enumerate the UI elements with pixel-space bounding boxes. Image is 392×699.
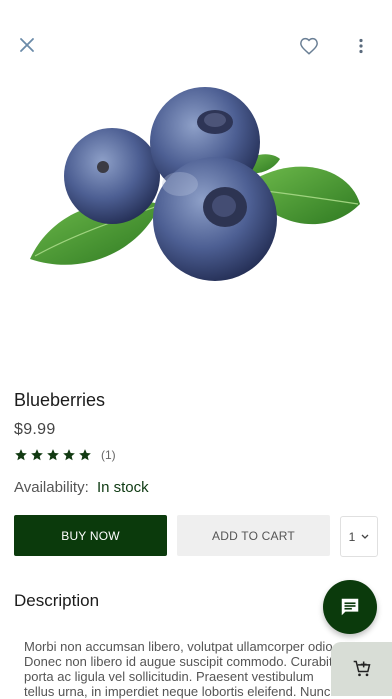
quantity-select[interactable]: 1 — [340, 516, 378, 557]
rating-count: (1) — [101, 448, 116, 462]
buy-now-button[interactable]: BUY NOW — [14, 515, 167, 556]
description-line: Morbi non accumsan libero, volutpat ulla… — [24, 639, 337, 654]
chevron-down-icon — [361, 534, 369, 539]
description-title: Description — [14, 591, 100, 610]
more-options-button[interactable] — [350, 35, 372, 57]
availability-label: Availability: — [14, 479, 89, 496]
more-vert-icon — [359, 38, 363, 54]
product-title: Blueberries — [14, 390, 106, 410]
top-bar — [0, 0, 392, 92]
rating[interactable]: (1) — [14, 448, 116, 462]
product-image — [0, 84, 392, 314]
star-icon — [79, 449, 91, 461]
close-icon — [20, 38, 34, 52]
availability: Availability: In stock — [14, 479, 149, 496]
close-button[interactable] — [14, 32, 40, 58]
product-price: $9.99 — [14, 421, 56, 438]
star-icon — [63, 449, 75, 461]
heart-outline-icon — [300, 37, 318, 55]
favorite-button[interactable] — [296, 33, 322, 59]
description-line: tellus urna, in imperdiet neque lobortis… — [24, 684, 331, 699]
description-line: Donec non libero id augue suscipit commo… — [24, 654, 345, 669]
description-line: porta ac ligula vel sollicitudin. Praese… — [24, 669, 314, 684]
availability-status: In stock — [96, 479, 149, 496]
description-text: Morbi non accumsan libero, volutpat ulla… — [24, 639, 354, 699]
chat-icon — [341, 598, 359, 616]
star-icon — [47, 449, 59, 461]
quantity-value: 1 — [348, 529, 356, 544]
star-icon — [15, 449, 27, 461]
cart-button[interactable] — [331, 642, 392, 696]
add-to-cart-button[interactable]: ADD TO CART — [177, 515, 330, 556]
chat-button[interactable] — [323, 580, 377, 634]
add-shopping-cart-icon — [353, 660, 370, 677]
star-icon — [31, 449, 43, 461]
